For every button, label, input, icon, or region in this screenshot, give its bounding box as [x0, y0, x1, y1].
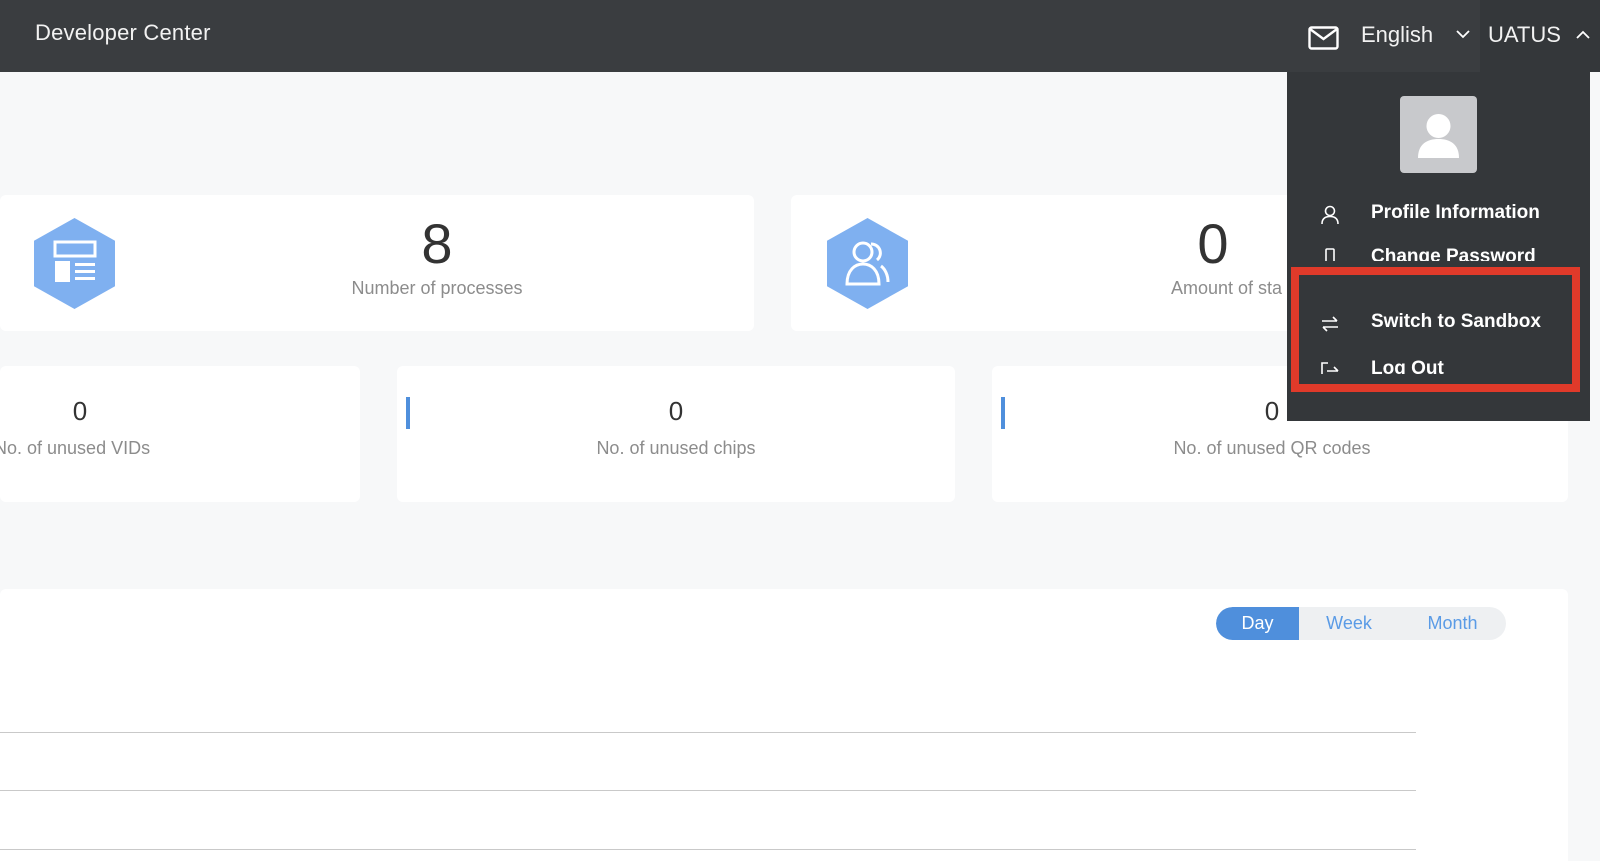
- user-menu-button[interactable]: UATUS: [1480, 0, 1600, 72]
- period-day[interactable]: Day: [1216, 607, 1299, 640]
- menu-label: Profile Information: [1371, 202, 1540, 223]
- annotation-highlight-box: [1291, 267, 1580, 392]
- processes-label: Number of processes: [351, 278, 523, 298]
- mail-icon[interactable]: [1308, 26, 1339, 50]
- period-month[interactable]: Month: [1399, 607, 1506, 640]
- unused-chips-label: No. of unused chips: [596, 438, 756, 458]
- brand-title[interactable]: Developer Center: [35, 20, 211, 46]
- processes-count: 8: [421, 212, 453, 275]
- accent-bar: [406, 397, 410, 429]
- menu-profile-information[interactable]: Profile Information: [1287, 194, 1590, 234]
- stat-card-chips: 0 No. of unused chips: [397, 366, 955, 502]
- period-toggle: Day Week Month: [1216, 607, 1506, 640]
- menu-change-password-clip: Change Password: [1287, 246, 1590, 261]
- unused-vids-count: 0: [72, 396, 88, 426]
- unused-vids-label: No. of unused VIDs: [0, 438, 151, 458]
- top-bar: Developer Center English UATUS: [0, 0, 1600, 72]
- chart-gridline: [0, 732, 1416, 733]
- username[interactable]: UATUS: [1488, 22, 1561, 48]
- avatar-person-icon: [1418, 114, 1459, 158]
- stat-card-vids: 0 No. of unused VIDs: [0, 366, 360, 502]
- menu-label: Change Password: [1371, 246, 1536, 261]
- language-selector[interactable]: English: [1361, 22, 1433, 48]
- stat-card-processes: 8 Number of processes: [0, 195, 754, 331]
- user-icon: [1321, 205, 1339, 225]
- process-list-icon: [34, 218, 115, 309]
- unused-chips-count: 0: [668, 396, 684, 426]
- unused-qr-label: No. of unused QR codes: [1173, 438, 1371, 458]
- users-icon: [827, 218, 908, 309]
- staff-label: Amount of sta: [1171, 278, 1283, 298]
- key-icon: [1325, 248, 1335, 261]
- accent-bar: [1001, 397, 1005, 429]
- staff-count: 0: [1197, 212, 1229, 275]
- chart-gridline: [0, 790, 1416, 791]
- menu-change-password[interactable]: Change Password: [1287, 246, 1590, 261]
- chevron-up-icon[interactable]: [1576, 30, 1590, 39]
- stat-card-staff: 0 Amount of sta: [791, 195, 1301, 331]
- chevron-down-icon[interactable]: [1456, 30, 1470, 39]
- period-week[interactable]: Week: [1299, 607, 1399, 640]
- avatar: [1400, 96, 1477, 173]
- chart-gridline: [0, 849, 1416, 850]
